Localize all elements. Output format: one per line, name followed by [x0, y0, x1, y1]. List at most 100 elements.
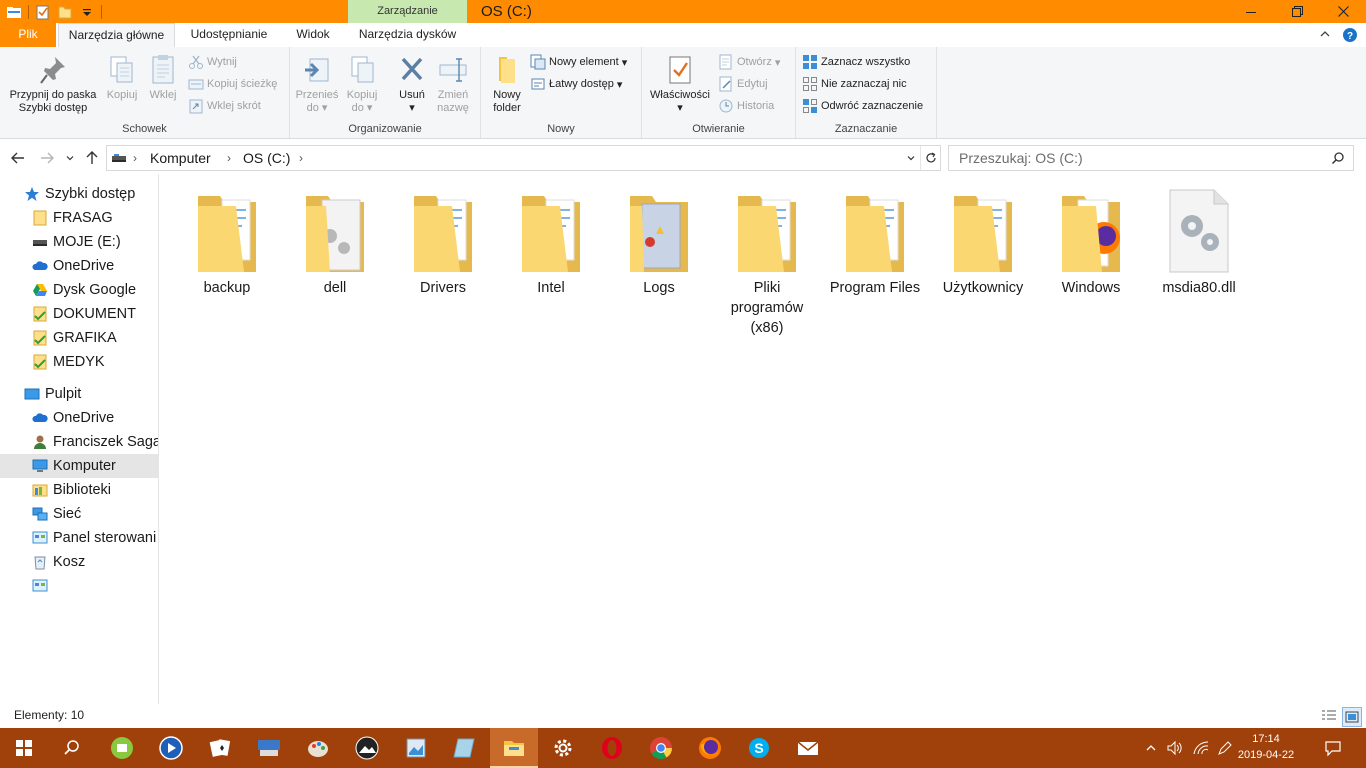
nav-quick-access[interactable]: Szybki dostęp — [0, 182, 158, 206]
customize-qat-icon[interactable] — [79, 4, 95, 20]
nav-item-moje-e[interactable]: MOJE (E:) — [0, 230, 158, 254]
taskbar-chrome[interactable] — [637, 728, 685, 768]
taskbar-solitaire[interactable] — [196, 728, 244, 768]
invert-selection-button[interactable]: Odwróć zaznaczenie — [802, 96, 923, 116]
breadcrumb-separator[interactable]: › — [227, 146, 231, 170]
taskbar-app-green[interactable] — [98, 728, 146, 768]
file-item-program-files[interactable]: Program Files — [823, 186, 927, 298]
nav-item-computer[interactable]: Komputer — [0, 454, 158, 478]
open-button[interactable]: Otwórz ▾ — [718, 52, 780, 72]
new-item-button[interactable]: Nowy element ▾ — [530, 52, 627, 72]
nav-item-unnamed[interactable] — [0, 574, 158, 598]
nav-item-recycle-bin[interactable]: Kosz — [0, 550, 158, 574]
taskbar-firefox[interactable] — [686, 728, 734, 768]
select-all-button[interactable]: Zaznacz wszystko — [802, 52, 910, 72]
new-folder-qat-icon[interactable] — [57, 4, 73, 20]
start-button[interactable] — [0, 728, 48, 768]
nav-item-user[interactable]: Franciszek Saga — [0, 430, 158, 454]
paste-button[interactable]: Wklej — [145, 53, 181, 102]
nav-item-network[interactable]: Sieć — [0, 502, 158, 526]
tab-drive-tools[interactable]: Narzędzia dysków — [348, 23, 467, 47]
file-item-program-files-x86[interactable]: Pliki programów (x86) — [715, 186, 819, 338]
taskbar-photos[interactable] — [343, 728, 391, 768]
taskbar-file-explorer[interactable] — [490, 728, 538, 768]
address-history-button[interactable] — [903, 146, 919, 170]
refresh-button[interactable] — [920, 146, 941, 170]
tab-view[interactable]: Widok — [285, 23, 341, 47]
tab-share[interactable]: Udostępnianie — [180, 23, 278, 47]
copy-to-button[interactable]: Kopiuj do ▾ — [342, 53, 382, 115]
select-none-button[interactable]: Nie zaznaczaj nic — [802, 74, 907, 94]
taskbar-image-viewer[interactable] — [392, 728, 440, 768]
nav-item-control-panel[interactable]: Panel sterowani — [0, 526, 158, 550]
explorer-app-icon[interactable] — [6, 4, 22, 20]
close-button[interactable] — [1320, 0, 1366, 23]
cut-button[interactable]: Wytnij — [188, 52, 237, 72]
details-view-button[interactable] — [1320, 707, 1338, 725]
up-button[interactable] — [82, 148, 102, 168]
properties-button[interactable]: Właściwości ▾ — [646, 53, 714, 115]
search-taskbar-button[interactable] — [48, 728, 96, 768]
nav-item-onedrive[interactable]: OneDrive — [0, 406, 158, 430]
nav-item-google-drive[interactable]: Dysk Google — [0, 278, 158, 302]
pen-button[interactable] — [1212, 728, 1238, 768]
restore-button[interactable] — [1274, 0, 1320, 23]
tab-file[interactable]: Plik — [0, 23, 56, 47]
volume-button[interactable] — [1162, 728, 1188, 768]
large-icons-view-button[interactable] — [1342, 707, 1362, 727]
forward-button[interactable] — [37, 148, 57, 168]
file-item-users[interactable]: Użytkownicy — [931, 186, 1035, 298]
history-button[interactable]: Historia — [718, 96, 774, 116]
nav-item-dokument[interactable]: DOKUMENT — [0, 302, 158, 326]
file-item-msdia80-dll[interactable]: msdia80.dll — [1147, 186, 1251, 298]
nav-item-medyk[interactable]: MEDYK — [0, 350, 158, 374]
breadcrumb-drive[interactable]: OS (C:) — [243, 146, 290, 170]
paste-shortcut-button[interactable]: Wklej skrót — [188, 96, 261, 116]
nav-item-onedrive-quick[interactable]: OneDrive — [0, 254, 158, 278]
rename-button[interactable]: Zmień nazwę — [432, 53, 474, 115]
nav-desktop[interactable]: Pulpit — [0, 382, 158, 406]
taskbar-settings[interactable] — [539, 728, 587, 768]
delete-button[interactable]: Usuń ▾ — [392, 53, 432, 115]
taskbar-skype[interactable]: S — [735, 728, 783, 768]
easy-access-button[interactable]: Łatwy dostęp ▾ — [530, 74, 622, 94]
pin-quick-access-button[interactable]: Przypnij do paska Szybki dostęp — [4, 53, 102, 115]
copy-button[interactable]: Kopiuj — [104, 53, 140, 102]
edit-button[interactable]: Edytuj — [718, 74, 768, 94]
file-item-drivers[interactable]: Drivers — [391, 186, 495, 298]
recent-locations-button[interactable] — [62, 148, 78, 168]
collapse-ribbon-button[interactable] — [1318, 27, 1332, 41]
search-box[interactable]: Przeszukaj: OS (C:) — [948, 145, 1354, 171]
file-item-logs[interactable]: Logs — [607, 186, 711, 298]
taskbar-media-player[interactable] — [147, 728, 195, 768]
taskbar-mail[interactable] — [784, 728, 832, 768]
tab-home[interactable]: Narzędzia główne — [58, 23, 175, 49]
file-item-backup[interactable]: backup — [175, 186, 279, 298]
network-button[interactable] — [1188, 728, 1214, 768]
action-center-button[interactable] — [1318, 728, 1348, 768]
move-to-button[interactable]: Przenieś do ▾ — [292, 53, 342, 115]
breadcrumb-separator[interactable]: › — [133, 146, 137, 170]
breadcrumb-computer[interactable]: Komputer — [150, 146, 211, 170]
file-item-windows[interactable]: Windows — [1039, 186, 1143, 298]
taskbar-clock[interactable]: 17:14 2019-04-22 — [1236, 731, 1296, 763]
file-item-dell[interactable]: dell — [283, 186, 387, 298]
properties-qat-icon[interactable] — [35, 4, 51, 20]
taskbar-opera[interactable] — [588, 728, 636, 768]
taskbar-paint[interactable] — [294, 728, 342, 768]
copy-path-button[interactable]: Kopiuj ścieżkę — [188, 74, 277, 94]
nav-item-frasag[interactable]: FRASAG — [0, 206, 158, 230]
taskbar-notes[interactable] — [441, 728, 489, 768]
nav-item-grafika[interactable]: GRAFIKA — [0, 326, 158, 350]
back-button[interactable] — [8, 148, 28, 168]
help-button[interactable]: ? — [1342, 27, 1358, 43]
file-item-intel[interactable]: Intel — [499, 186, 603, 298]
taskbar-keyboard-app[interactable] — [245, 728, 293, 768]
show-hidden-icons-button[interactable] — [1138, 728, 1164, 768]
minimize-button[interactable] — [1228, 0, 1274, 23]
new-folder-button[interactable]: Nowy folder — [485, 53, 529, 115]
search-input[interactable]: Przeszukaj: OS (C:) — [959, 146, 1083, 170]
nav-item-libraries[interactable]: Biblioteki — [0, 478, 158, 502]
address-bar[interactable]: › Komputer › OS (C:) › — [106, 145, 941, 171]
breadcrumb-separator[interactable]: › — [299, 146, 303, 170]
